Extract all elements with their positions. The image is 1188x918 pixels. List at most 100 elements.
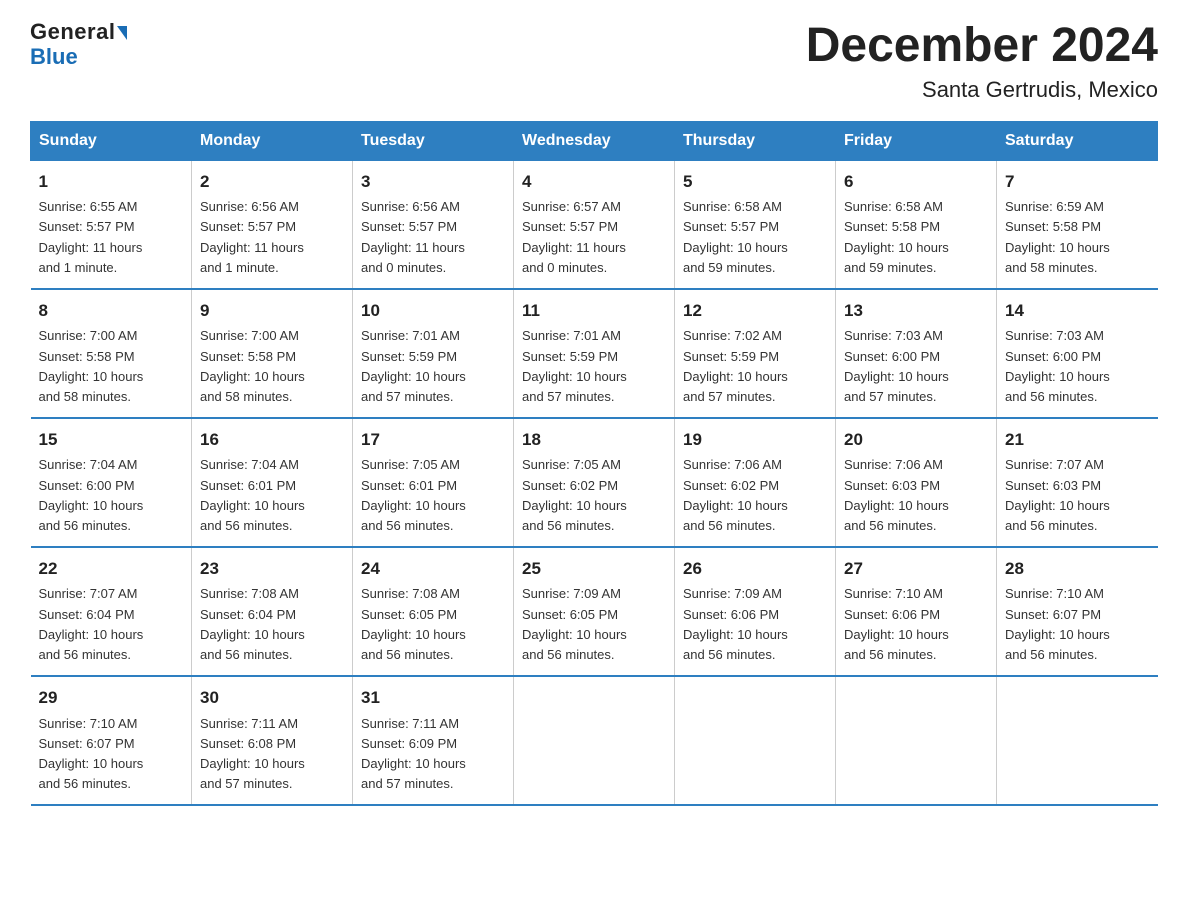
- day-cell: 20Sunrise: 7:06 AM Sunset: 6:03 PM Dayli…: [836, 418, 997, 547]
- day-cell: 9Sunrise: 7:00 AM Sunset: 5:58 PM Daylig…: [192, 289, 353, 418]
- day-info: Sunrise: 6:55 AM Sunset: 5:57 PM Dayligh…: [39, 197, 184, 278]
- col-sunday: Sunday: [31, 121, 192, 160]
- day-info: Sunrise: 7:05 AM Sunset: 6:01 PM Dayligh…: [361, 455, 505, 536]
- day-cell: [997, 676, 1158, 805]
- day-info: Sunrise: 6:59 AM Sunset: 5:58 PM Dayligh…: [1005, 197, 1150, 278]
- day-number: 13: [844, 298, 988, 324]
- day-info: Sunrise: 7:07 AM Sunset: 6:03 PM Dayligh…: [1005, 455, 1150, 536]
- day-number: 30: [200, 685, 344, 711]
- page-header: General Blue December 2024 Santa Gertrud…: [30, 20, 1158, 103]
- day-number: 16: [200, 427, 344, 453]
- col-monday: Monday: [192, 121, 353, 160]
- day-cell: [514, 676, 675, 805]
- day-number: 14: [1005, 298, 1150, 324]
- col-saturday: Saturday: [997, 121, 1158, 160]
- day-cell: 28Sunrise: 7:10 AM Sunset: 6:07 PM Dayli…: [997, 547, 1158, 676]
- day-number: 18: [522, 427, 666, 453]
- day-number: 31: [361, 685, 505, 711]
- day-info: Sunrise: 7:07 AM Sunset: 6:04 PM Dayligh…: [39, 584, 184, 665]
- day-cell: 21Sunrise: 7:07 AM Sunset: 6:03 PM Dayli…: [997, 418, 1158, 547]
- day-info: Sunrise: 7:00 AM Sunset: 5:58 PM Dayligh…: [39, 326, 184, 407]
- day-cell: 24Sunrise: 7:08 AM Sunset: 6:05 PM Dayli…: [353, 547, 514, 676]
- day-info: Sunrise: 7:11 AM Sunset: 6:08 PM Dayligh…: [200, 714, 344, 795]
- day-info: Sunrise: 7:09 AM Sunset: 6:06 PM Dayligh…: [683, 584, 827, 665]
- column-headers-row: Sunday Monday Tuesday Wednesday Thursday…: [31, 121, 1158, 160]
- day-number: 15: [39, 427, 184, 453]
- logo-blue-text: Blue: [30, 44, 78, 70]
- day-info: Sunrise: 6:56 AM Sunset: 5:57 PM Dayligh…: [200, 197, 344, 278]
- day-cell: 26Sunrise: 7:09 AM Sunset: 6:06 PM Dayli…: [675, 547, 836, 676]
- title-block: December 2024 Santa Gertrudis, Mexico: [806, 20, 1158, 103]
- day-number: 10: [361, 298, 505, 324]
- col-friday: Friday: [836, 121, 997, 160]
- day-cell: 30 Sunrise: 7:11 AM Sunset: 6:08 PM Dayli…: [192, 676, 353, 805]
- day-cell: 11Sunrise: 7:01 AM Sunset: 5:59 PM Dayli…: [514, 289, 675, 418]
- day-number: 23: [200, 556, 344, 582]
- day-number: 12: [683, 298, 827, 324]
- day-cell: 8Sunrise: 7:00 AM Sunset: 5:58 PM Daylig…: [31, 289, 192, 418]
- day-info: Sunrise: 7:03 AM Sunset: 6:00 PM Dayligh…: [844, 326, 988, 407]
- col-tuesday: Tuesday: [353, 121, 514, 160]
- day-cell: 19Sunrise: 7:06 AM Sunset: 6:02 PM Dayli…: [675, 418, 836, 547]
- day-cell: [675, 676, 836, 805]
- day-info: Sunrise: 7:00 AM Sunset: 5:58 PM Dayligh…: [200, 326, 344, 407]
- day-info: Sunrise: 7:01 AM Sunset: 5:59 PM Dayligh…: [522, 326, 666, 407]
- day-info: Sunrise: 7:08 AM Sunset: 6:04 PM Dayligh…: [200, 584, 344, 665]
- day-cell: 16Sunrise: 7:04 AM Sunset: 6:01 PM Dayli…: [192, 418, 353, 547]
- day-number: 17: [361, 427, 505, 453]
- day-info: Sunrise: 7:11 AM Sunset: 6:09 PM Dayligh…: [361, 714, 505, 795]
- day-info: Sunrise: 7:05 AM Sunset: 6:02 PM Dayligh…: [522, 455, 666, 536]
- day-number: 2: [200, 169, 344, 195]
- day-cell: 23Sunrise: 7:08 AM Sunset: 6:04 PM Dayli…: [192, 547, 353, 676]
- day-info: Sunrise: 7:06 AM Sunset: 6:03 PM Dayligh…: [844, 455, 988, 536]
- day-cell: 22Sunrise: 7:07 AM Sunset: 6:04 PM Dayli…: [31, 547, 192, 676]
- day-cell: 18Sunrise: 7:05 AM Sunset: 6:02 PM Dayli…: [514, 418, 675, 547]
- day-cell: 4Sunrise: 6:57 AM Sunset: 5:57 PM Daylig…: [514, 160, 675, 289]
- day-number: 28: [1005, 556, 1150, 582]
- day-cell: 27Sunrise: 7:10 AM Sunset: 6:06 PM Dayli…: [836, 547, 997, 676]
- day-number: 11: [522, 298, 666, 324]
- day-cell: 29 Sunrise: 7:10 AM Sunset: 6:07 PM Dayli…: [31, 676, 192, 805]
- logo-triangle-icon: [117, 26, 127, 40]
- day-number: 6: [844, 169, 988, 195]
- day-number: 5: [683, 169, 827, 195]
- calendar-subtitle: Santa Gertrudis, Mexico: [806, 77, 1158, 103]
- day-cell: 10Sunrise: 7:01 AM Sunset: 5:59 PM Dayli…: [353, 289, 514, 418]
- col-thursday: Thursday: [675, 121, 836, 160]
- day-number: 3: [361, 169, 505, 195]
- day-cell: 31 Sunrise: 7:11 AM Sunset: 6:09 PM Dayli…: [353, 676, 514, 805]
- day-number: 24: [361, 556, 505, 582]
- day-info: Sunrise: 6:56 AM Sunset: 5:57 PM Dayligh…: [361, 197, 505, 278]
- day-number: 20: [844, 427, 988, 453]
- day-info: Sunrise: 7:01 AM Sunset: 5:59 PM Dayligh…: [361, 326, 505, 407]
- day-number: 29: [39, 685, 184, 711]
- week-row-2: 8Sunrise: 7:00 AM Sunset: 5:58 PM Daylig…: [31, 289, 1158, 418]
- day-cell: 12Sunrise: 7:02 AM Sunset: 5:59 PM Dayli…: [675, 289, 836, 418]
- week-row-3: 15Sunrise: 7:04 AM Sunset: 6:00 PM Dayli…: [31, 418, 1158, 547]
- day-cell: [836, 676, 997, 805]
- day-info: Sunrise: 7:06 AM Sunset: 6:02 PM Dayligh…: [683, 455, 827, 536]
- day-info: Sunrise: 7:10 AM Sunset: 6:06 PM Dayligh…: [844, 584, 988, 665]
- day-cell: 7Sunrise: 6:59 AM Sunset: 5:58 PM Daylig…: [997, 160, 1158, 289]
- day-cell: 2Sunrise: 6:56 AM Sunset: 5:57 PM Daylig…: [192, 160, 353, 289]
- day-number: 1: [39, 169, 184, 195]
- day-cell: 25Sunrise: 7:09 AM Sunset: 6:05 PM Dayli…: [514, 547, 675, 676]
- day-cell: 5Sunrise: 6:58 AM Sunset: 5:57 PM Daylig…: [675, 160, 836, 289]
- day-number: 19: [683, 427, 827, 453]
- day-cell: 1Sunrise: 6:55 AM Sunset: 5:57 PM Daylig…: [31, 160, 192, 289]
- day-info: Sunrise: 7:10 AM Sunset: 6:07 PM Dayligh…: [39, 714, 184, 795]
- day-cell: 15Sunrise: 7:04 AM Sunset: 6:00 PM Dayli…: [31, 418, 192, 547]
- week-row-5: 29 Sunrise: 7:10 AM Sunset: 6:07 PM Dayli…: [31, 676, 1158, 805]
- week-row-1: 1Sunrise: 6:55 AM Sunset: 5:57 PM Daylig…: [31, 160, 1158, 289]
- day-info: Sunrise: 7:09 AM Sunset: 6:05 PM Dayligh…: [522, 584, 666, 665]
- day-cell: 6Sunrise: 6:58 AM Sunset: 5:58 PM Daylig…: [836, 160, 997, 289]
- calendar-title: December 2024: [806, 20, 1158, 73]
- day-info: Sunrise: 7:10 AM Sunset: 6:07 PM Dayligh…: [1005, 584, 1150, 665]
- day-number: 22: [39, 556, 184, 582]
- day-info: Sunrise: 7:04 AM Sunset: 6:01 PM Dayligh…: [200, 455, 344, 536]
- day-cell: 3Sunrise: 6:56 AM Sunset: 5:57 PM Daylig…: [353, 160, 514, 289]
- day-info: Sunrise: 7:03 AM Sunset: 6:00 PM Dayligh…: [1005, 326, 1150, 407]
- day-info: Sunrise: 6:58 AM Sunset: 5:57 PM Dayligh…: [683, 197, 827, 278]
- day-number: 8: [39, 298, 184, 324]
- day-cell: 13Sunrise: 7:03 AM Sunset: 6:00 PM Dayli…: [836, 289, 997, 418]
